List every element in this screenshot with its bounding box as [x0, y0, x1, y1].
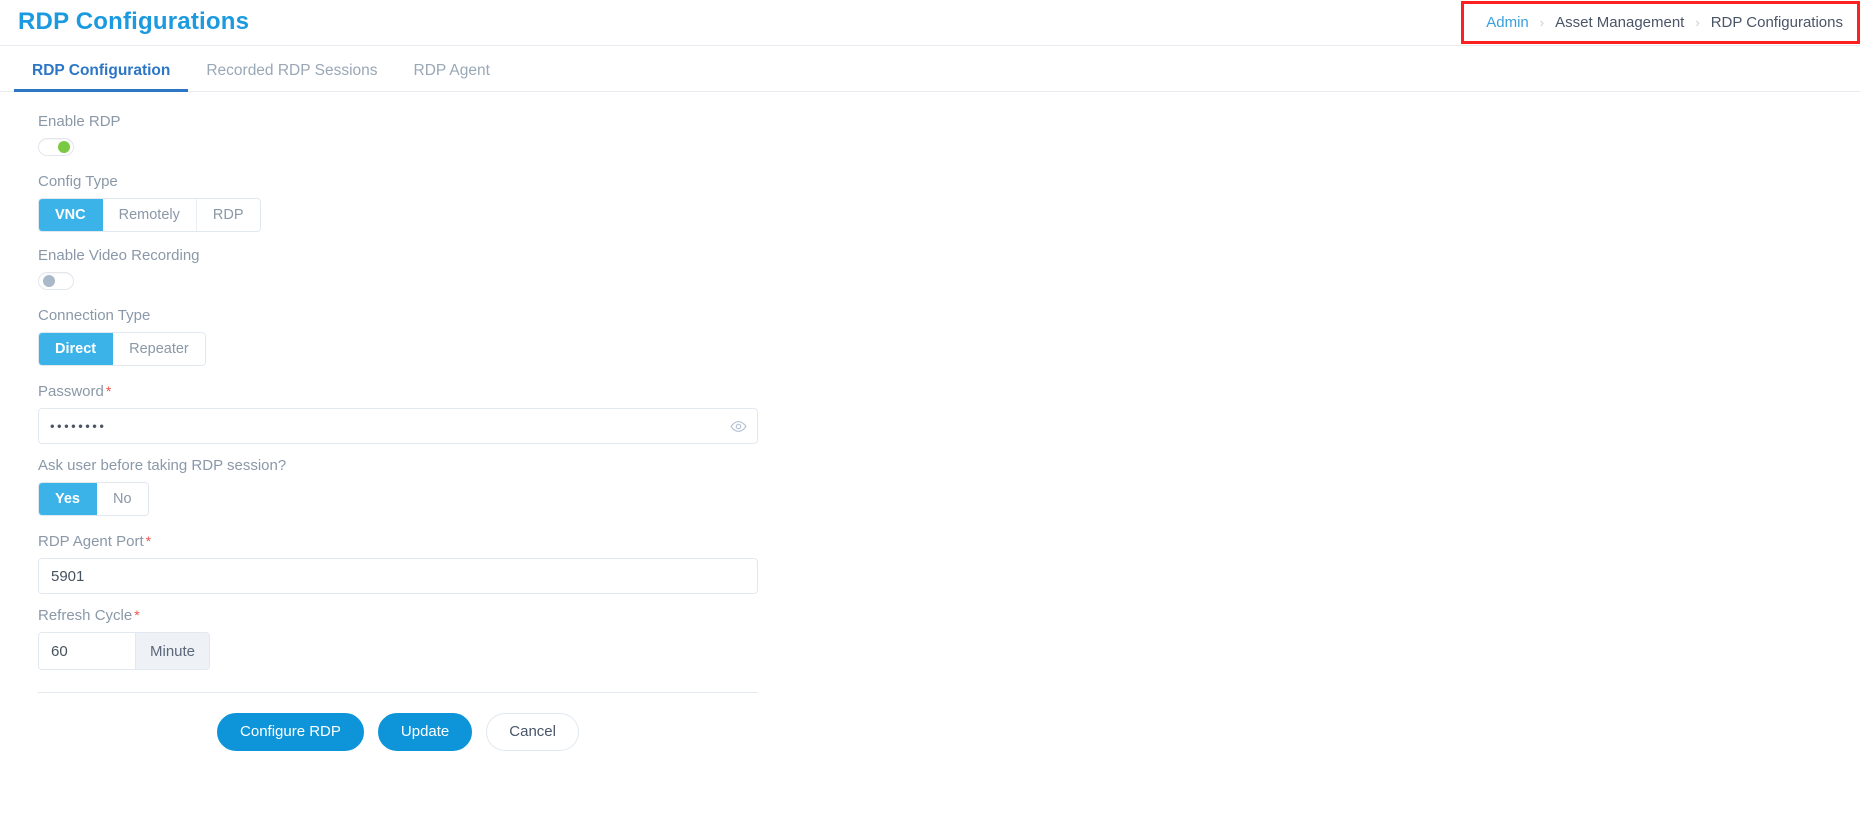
rdp-agent-port-label-text: RDP Agent Port: [38, 533, 144, 551]
page-header: RDP Configurations Admin › Asset Managem…: [0, 0, 1860, 46]
refresh-cycle-label: Refresh Cycle *: [38, 608, 1860, 623]
config-type-option-vnc[interactable]: VNC: [39, 199, 103, 232]
enable-rdp-toggle[interactable]: [38, 138, 74, 156]
breadcrumb-item-asset-management[interactable]: Asset Management: [1555, 14, 1684, 31]
toggle-knob: [58, 141, 70, 153]
ask-user-label: Ask user before taking RDP session?: [38, 457, 287, 475]
field-enable-rdp: Enable RDP: [38, 114, 1860, 156]
breadcrumb-item-admin[interactable]: Admin: [1486, 14, 1529, 31]
breadcrumb-item-rdp-configurations: RDP Configurations: [1710, 14, 1843, 31]
config-type-segmented-control: VNC Remotely RDP: [38, 198, 261, 233]
ask-user-option-yes[interactable]: Yes: [39, 483, 97, 516]
ask-user-option-no[interactable]: No: [97, 483, 148, 516]
field-connection-type: Connection Type Direct Repeater: [38, 307, 1860, 367]
tab-bar: RDP Configuration Recorded RDP Sessions …: [0, 46, 1860, 92]
required-marker: *: [134, 607, 140, 624]
rdp-configuration-form: Enable RDP Config Type VNC Remotely RDP …: [0, 92, 1860, 752]
field-password: Password * ••••••••: [38, 384, 1860, 445]
toggle-knob: [43, 275, 55, 288]
eye-icon[interactable]: [729, 417, 747, 435]
field-refresh-cycle: Refresh Cycle* Minute: [38, 608, 1860, 671]
config-type-option-rdp[interactable]: RDP: [196, 199, 260, 232]
form-divider: [38, 692, 758, 694]
password-input-wrap: ••••••••: [38, 408, 758, 445]
config-type-option-remotely[interactable]: Remotely: [102, 199, 197, 232]
field-enable-video-recording: Enable Video Recording: [38, 247, 1860, 291]
configure-rdp-button[interactable]: Configure RDP: [217, 713, 364, 752]
config-type-label: Config Type: [38, 173, 118, 190]
tab-rdp-configuration[interactable]: RDP Configuration: [14, 62, 189, 92]
connection-type-label: Connection Type: [38, 307, 151, 325]
rdp-agent-port-input-wrap: [38, 558, 758, 595]
connection-type-option-repeater[interactable]: Repeater: [113, 333, 205, 366]
password-label-text: Password: [38, 383, 104, 401]
field-config-type: Config Type VNC Remotely RDP: [38, 173, 1860, 233]
refresh-cycle-unit-label: Minute: [135, 633, 210, 670]
field-rdp-agent-port: RDP Agent Port *: [38, 534, 1860, 595]
form-actions: Configure RDP Update Cancel: [38, 713, 758, 752]
required-marker: *: [145, 533, 152, 550]
password-input[interactable]: [38, 408, 758, 445]
field-ask-user: Ask user before taking RDP session? Yes …: [38, 457, 1860, 517]
enable-video-recording-toggle[interactable]: [38, 272, 74, 291]
update-button[interactable]: Update: [377, 713, 473, 752]
page-title: RDP Configurations: [18, 7, 250, 35]
enable-video-recording-label: Enable Video Recording: [38, 247, 200, 265]
enable-rdp-label: Enable RDP: [38, 113, 121, 130]
password-label: Password *: [38, 384, 1860, 399]
required-marker: *: [105, 383, 112, 400]
cancel-button[interactable]: Cancel: [486, 713, 579, 752]
tab-recorded-rdp-sessions[interactable]: Recorded RDP Sessions: [188, 62, 395, 91]
rdp-agent-port-input[interactable]: [38, 558, 758, 595]
refresh-cycle-label-text: Refresh Cycle: [38, 607, 133, 625]
rdp-agent-port-label: RDP Agent Port *: [38, 534, 1860, 549]
connection-type-option-direct[interactable]: Direct: [39, 333, 114, 366]
breadcrumb-separator-icon: ›: [1539, 15, 1545, 30]
tab-rdp-agent[interactable]: RDP Agent: [396, 62, 508, 91]
refresh-cycle-input-group: Minute: [38, 632, 211, 671]
connection-type-segmented-control: Direct Repeater: [38, 332, 206, 367]
breadcrumb: Admin › Asset Management › RDP Configura…: [1461, 1, 1860, 44]
refresh-cycle-input[interactable]: [39, 633, 135, 670]
ask-user-segmented-control: Yes No: [38, 482, 149, 517]
breadcrumb-separator-icon: ›: [1695, 15, 1700, 30]
